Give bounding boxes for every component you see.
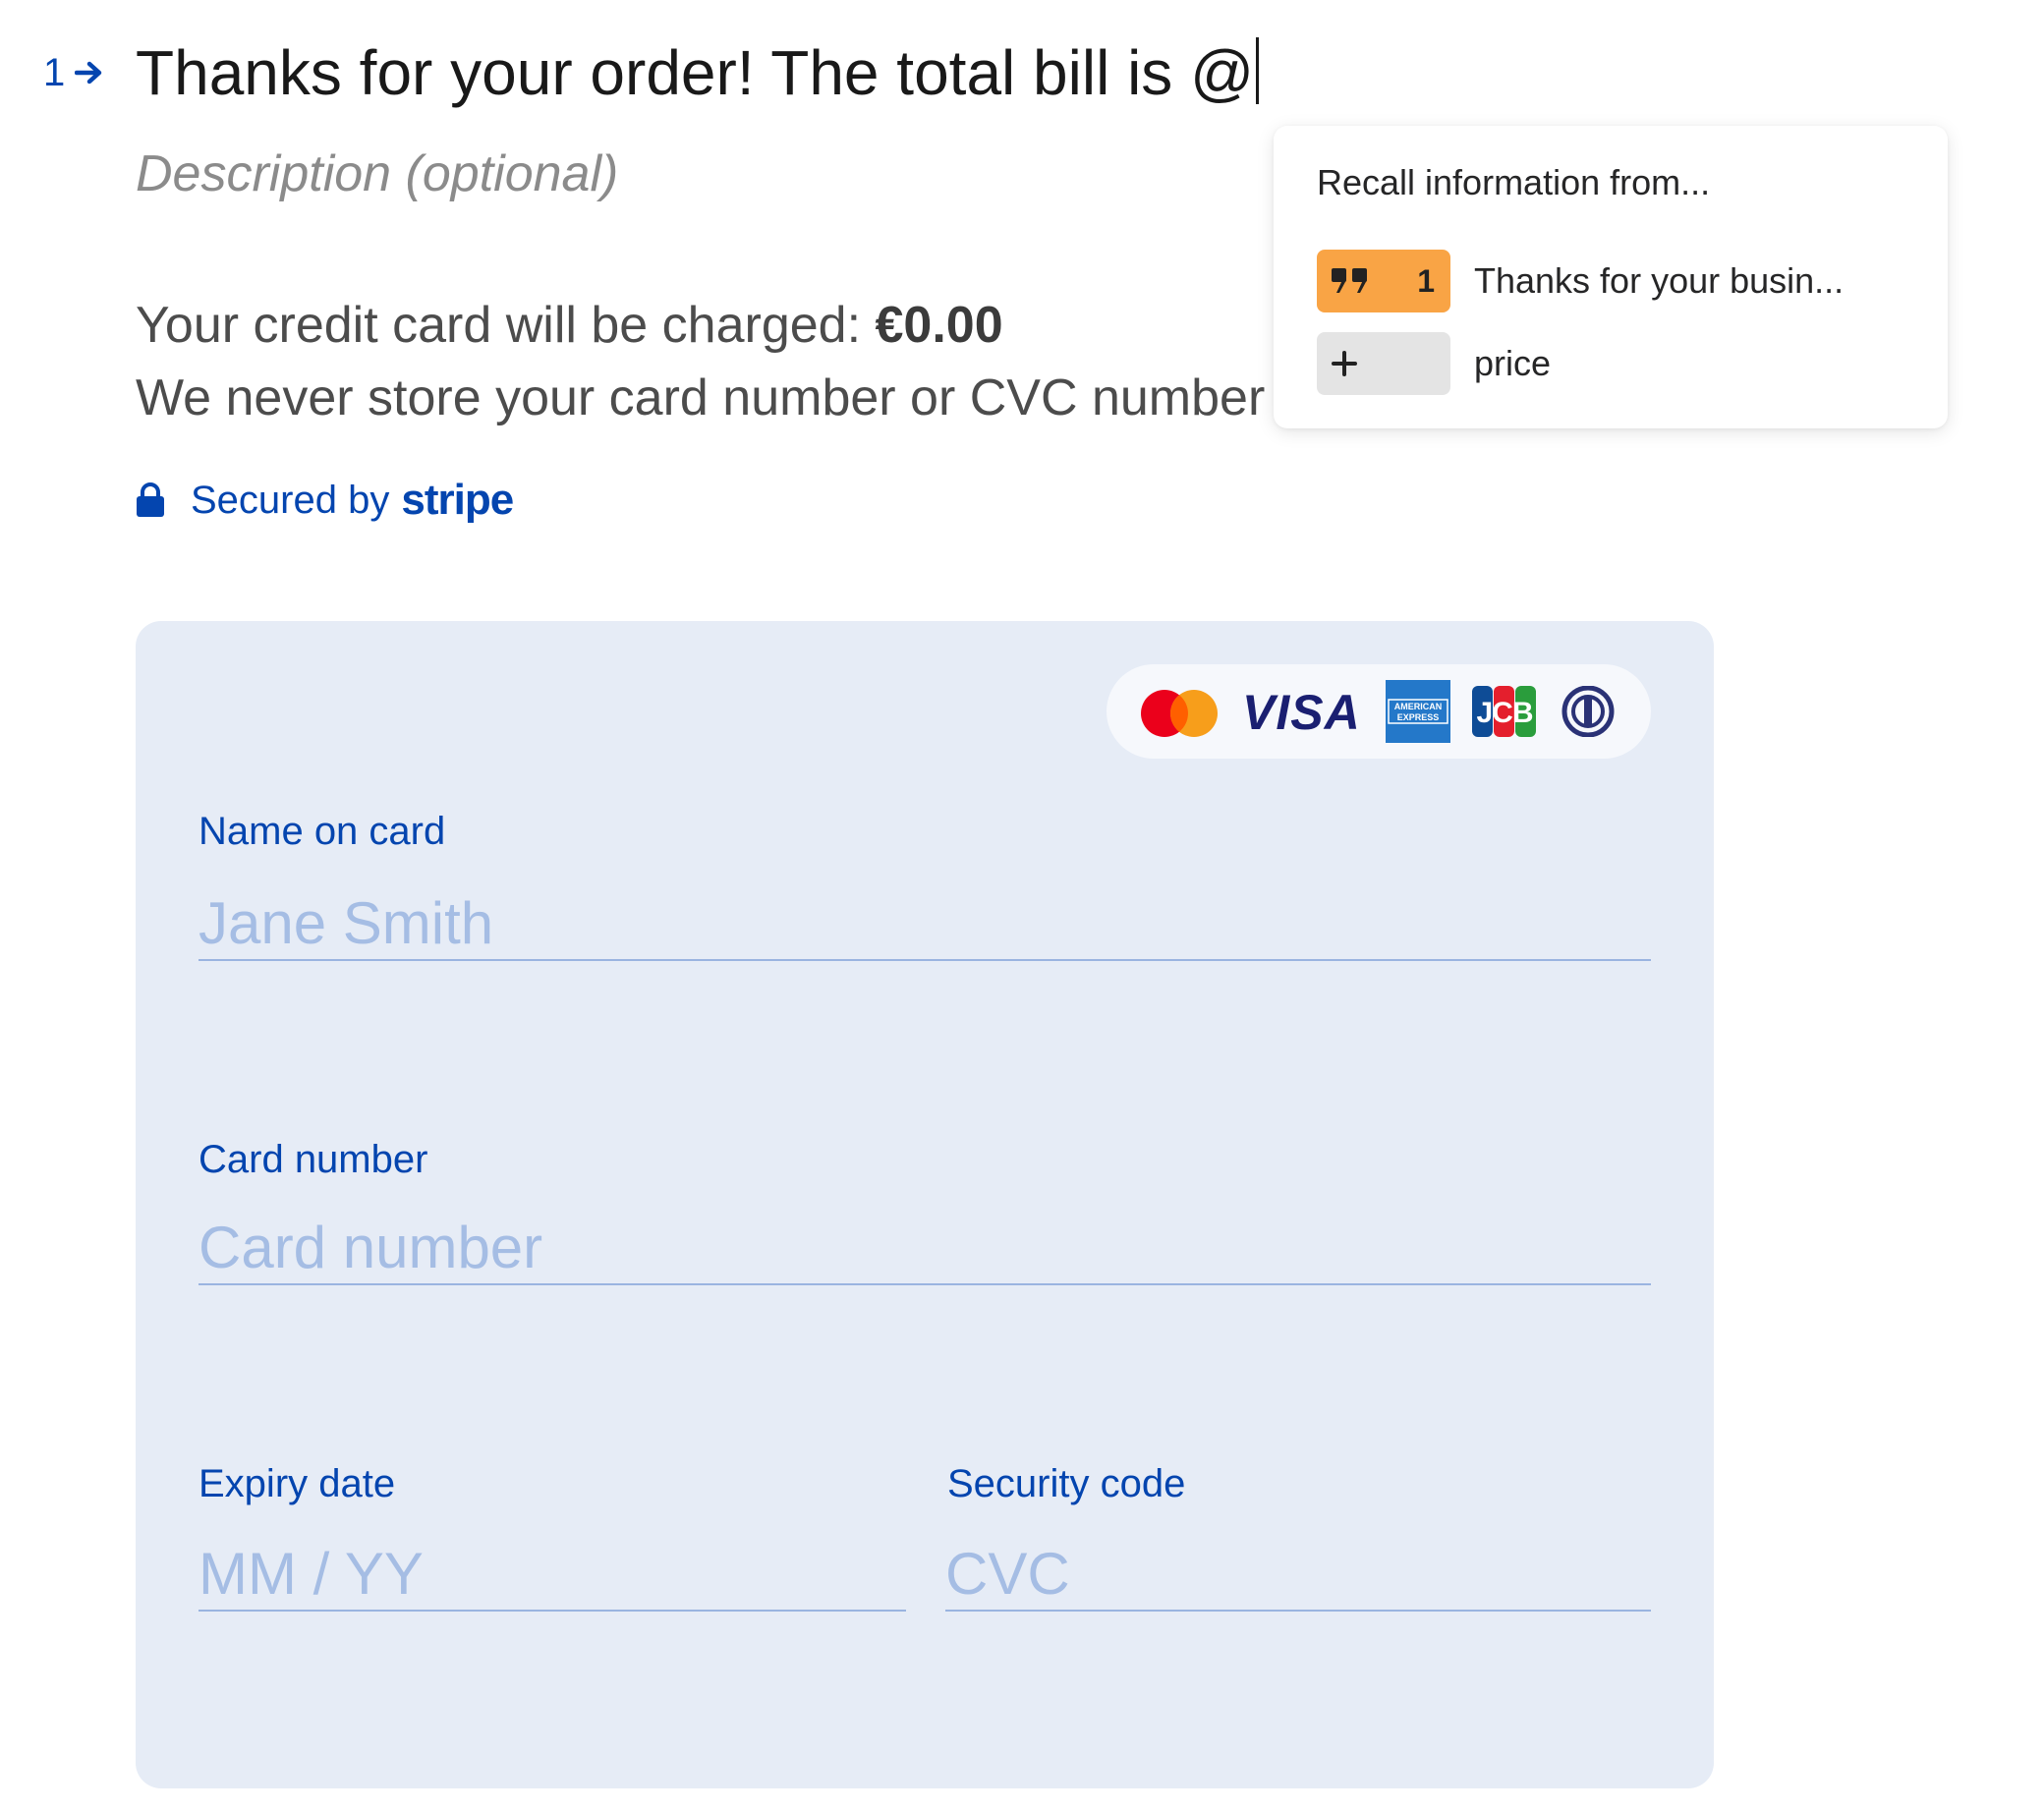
expiry-date-input[interactable] — [199, 1537, 906, 1612]
question-number: 1 — [43, 49, 104, 96]
recall-item-question-1[interactable]: 1 Thanks for your busin... — [1317, 250, 1926, 312]
recall-information-menu: Recall information from... 1 Thanks for … — [1274, 126, 1948, 428]
security-code-input[interactable] — [945, 1537, 1651, 1612]
diners-icon — [1561, 686, 1615, 737]
card-number-input[interactable] — [199, 1211, 1651, 1285]
expiry-date-label: Expiry date — [199, 1462, 396, 1505]
amex-text-line1: AMERICAN — [1394, 702, 1443, 711]
jcb-icon: JCB — [1472, 686, 1536, 737]
recall-item-badge — [1317, 332, 1450, 395]
charge-notice: Your credit card will be charged: €0.00 — [136, 293, 1003, 358]
amex-text-line2: EXPRESS — [1397, 712, 1440, 722]
question-block: 1 Thanks for your order! The total bill … — [0, 0, 2044, 1812]
jcb-text: JCB — [1476, 697, 1532, 729]
plus-icon — [1332, 351, 1357, 376]
charge-amount: €0.00 — [875, 297, 1003, 354]
recall-item-badge-number: 1 — [1417, 263, 1435, 299]
secured-by-stripe: Secured by stripe — [136, 476, 514, 525]
text-caret — [1256, 37, 1260, 104]
recall-item-label: Thanks for your busin... — [1474, 260, 1845, 301]
question-title-editor[interactable]: Thanks for your order! The total bill is… — [136, 35, 1260, 110]
question-description-field[interactable]: Description (optional) — [136, 143, 618, 204]
visa-text: VISA — [1242, 688, 1361, 737]
quote-icon — [1332, 268, 1367, 293]
card-number-label: Card number — [199, 1138, 428, 1181]
security-code-label: Security code — [947, 1462, 1186, 1505]
card-brands: VISA AMERICAN EXPRESS JCB — [1107, 664, 1651, 759]
card-storage-notice: We never store your card number or CVC n… — [136, 369, 1266, 426]
mastercard-icon — [1141, 690, 1218, 737]
amex-icon: AMERICAN EXPRESS — [1386, 680, 1450, 743]
recall-item-label: price — [1474, 343, 1552, 383]
name-on-card-label: Name on card — [199, 810, 446, 853]
recall-item-badge: 1 — [1317, 250, 1450, 312]
secured-by-text: Secured by — [191, 479, 390, 522]
lock-icon — [137, 482, 164, 517]
question-title-text: Thanks for your order! The total bill is… — [136, 37, 1255, 108]
stripe-logo: stripe — [401, 476, 514, 524]
recall-item-price[interactable]: price — [1317, 332, 1926, 395]
charge-prefix: Your credit card will be charged: — [136, 297, 876, 354]
name-on-card-input[interactable] — [199, 886, 1651, 961]
question-number-text: 1 — [43, 51, 66, 94]
card-details-panel: VISA AMERICAN EXPRESS JCB Name on card J… — [136, 621, 1714, 1788]
visa-icon: VISA — [1242, 688, 1361, 737]
arrow-right-icon — [75, 61, 102, 85]
recall-menu-title: Recall information from... — [1317, 162, 1711, 202]
